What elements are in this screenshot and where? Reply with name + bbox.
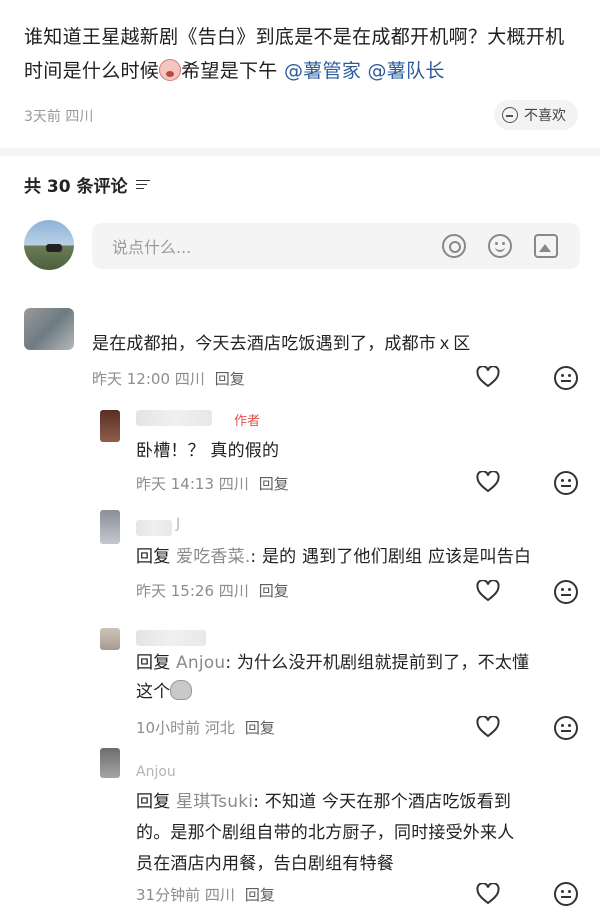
sort-icon[interactable] bbox=[135, 179, 150, 191]
mention-shuguanjia[interactable]: @薯管家 bbox=[284, 60, 361, 82]
author-badge: 作者 bbox=[234, 414, 261, 429]
commenter-name-blur bbox=[136, 520, 172, 536]
comment-meta: 31分钟前 四川 回复 bbox=[136, 884, 275, 905]
dislike-button[interactable]: 不喜欢 bbox=[494, 100, 578, 130]
avatar[interactable] bbox=[100, 510, 120, 544]
reply-body: : 不知道 今天在那个酒店吃饭看到 bbox=[253, 792, 512, 812]
comment-text-line2: 的。是那个剧组自带的北方厨子，同时接受外来人 bbox=[136, 823, 515, 843]
reply-body: : 为什么没开机剧组就提前到了，不太懂 bbox=[225, 653, 530, 673]
comment-text: 回复 Anjou: 为什么没开机剧组就提前到了，不太懂 bbox=[136, 648, 529, 678]
comment-time: 10小时前 河北 bbox=[136, 719, 235, 737]
comment-input[interactable]: 说点什么... bbox=[92, 223, 580, 269]
at-icon[interactable] bbox=[442, 234, 466, 258]
image-icon[interactable] bbox=[534, 234, 558, 258]
reply-to-name[interactable]: Anjou bbox=[176, 653, 225, 673]
like-heart-icon[interactable] bbox=[476, 883, 500, 905]
crying-emoji-icon bbox=[159, 59, 182, 81]
comment-time: 31分钟前 四川 bbox=[136, 886, 235, 904]
mention-shuduizhang[interactable]: @薯队长 bbox=[368, 60, 445, 82]
comment-text-line2: 这个 bbox=[136, 677, 193, 707]
comment-text: 卧槽！？ 真的假的 bbox=[136, 441, 280, 461]
dislike-face-icon[interactable] bbox=[554, 716, 578, 740]
like-heart-icon[interactable] bbox=[476, 471, 500, 493]
comments-count-row[interactable]: 共 30 条评论 bbox=[24, 172, 150, 197]
comment-time: 昨天 14:13 四川 bbox=[136, 475, 249, 493]
reply-button[interactable]: 回复 bbox=[259, 582, 289, 600]
reply-button[interactable]: 回复 bbox=[245, 719, 275, 737]
reply-prefix: 回复 bbox=[136, 547, 177, 567]
avatar[interactable] bbox=[24, 308, 74, 350]
dislike-face-icon[interactable] bbox=[554, 882, 578, 906]
reply-button[interactable]: 回复 bbox=[215, 370, 245, 388]
comment-meta: 10小时前 河北 回复 bbox=[136, 717, 275, 738]
reply-body: : 是的 遇到了他们剧组 应该是叫告白 bbox=[250, 547, 532, 567]
dislike-label: 不喜欢 bbox=[524, 108, 566, 124]
comment-meta: 昨天 15:26 四川 回复 bbox=[136, 580, 289, 601]
avatar[interactable] bbox=[100, 628, 120, 650]
like-heart-icon[interactable] bbox=[476, 716, 500, 738]
reply-to-name[interactable]: 星琪Tsuki bbox=[176, 792, 253, 812]
comment-text: 回复 爱吃香菜.: 是的 遇到了他们剧组 应该是叫告白 bbox=[136, 542, 531, 572]
commenter-name[interactable]: Anjou bbox=[136, 764, 176, 780]
commenter-name[interactable]: J bbox=[176, 516, 180, 532]
dislike-face-icon[interactable] bbox=[554, 471, 578, 495]
reply-button[interactable]: 回复 bbox=[259, 475, 289, 493]
reply-prefix: 回复 bbox=[136, 653, 177, 673]
post-text-tail: 希望是下午 bbox=[181, 60, 284, 82]
comment-text-line3: 员在酒店内用餐，告白剧组有特餐 bbox=[136, 854, 394, 874]
emoji-icon[interactable] bbox=[488, 234, 512, 258]
post-meta: 3天前 四川 bbox=[24, 109, 94, 125]
comment-text: 回复 星琪Tsuki: 不知道 今天在那个酒店吃饭看到 bbox=[136, 787, 511, 817]
commenter-name[interactable] bbox=[136, 630, 206, 646]
commenter-name[interactable] bbox=[136, 410, 212, 426]
dislike-face-icon bbox=[502, 107, 518, 123]
comment-time: 昨天 15:26 四川 bbox=[136, 582, 249, 600]
reply-button[interactable]: 回复 bbox=[245, 886, 275, 904]
post-content: 谁知道王星越新剧《告白》到底是不是在成都开机啊？大概开机时间是什么时候 希望是下午… bbox=[24, 20, 580, 88]
dislike-face-icon[interactable] bbox=[554, 580, 578, 604]
emoji-icon bbox=[170, 680, 193, 700]
like-heart-icon[interactable] bbox=[476, 366, 500, 388]
reply-to-name[interactable]: 爱吃香菜. bbox=[176, 547, 250, 567]
comment-meta: 昨天 14:13 四川 回复 bbox=[136, 473, 289, 494]
section-divider bbox=[0, 148, 600, 156]
my-avatar bbox=[24, 220, 74, 270]
comment-meta: 昨天 12:00 四川 回复 bbox=[92, 368, 245, 389]
comment-text: 是在成都拍，今天去酒店吃饭遇到了，成都市ｘ区 bbox=[92, 334, 471, 354]
avatar[interactable] bbox=[100, 748, 120, 778]
reply-prefix: 回复 bbox=[136, 792, 177, 812]
reply-body-cont: 这个 bbox=[136, 682, 171, 702]
avatar[interactable] bbox=[100, 410, 120, 442]
comment-input-placeholder: 说点什么... bbox=[112, 238, 192, 257]
comments-count: 共 30 条评论 bbox=[24, 177, 128, 197]
dislike-face-icon[interactable] bbox=[554, 366, 578, 390]
like-heart-icon[interactable] bbox=[476, 580, 500, 602]
comment-time: 昨天 12:00 四川 bbox=[92, 370, 205, 388]
